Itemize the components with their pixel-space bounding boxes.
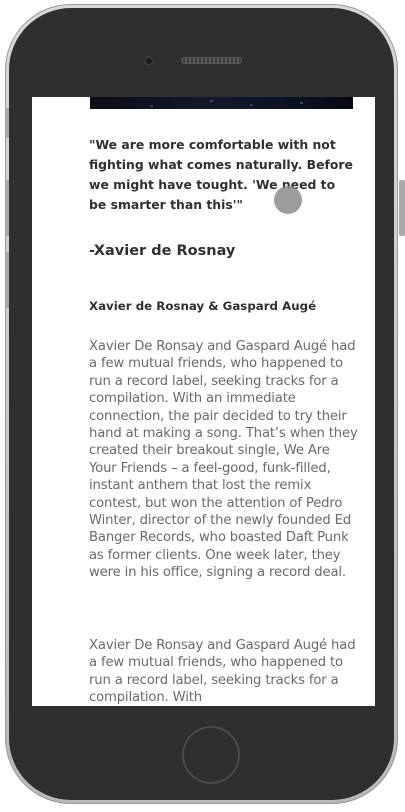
article-content: "We are more comfortable with not fighti… <box>89 135 358 705</box>
quote-author: -Xavier de Rosnay <box>89 243 236 259</box>
touch-indicator <box>274 186 302 214</box>
phone-screen[interactable]: "We are more comfortable with not fighti… <box>32 97 375 706</box>
pull-quote: "We are more comfortable with not fighti… <box>89 137 353 212</box>
power-button <box>399 180 405 236</box>
hero-image <box>90 97 353 109</box>
section-heading: Xavier de Rosnay & Gaspard Augé <box>89 299 317 313</box>
article-paragraph: Xavier De Ronsay and Gaspard Augé had a … <box>89 339 358 581</box>
article-paragraph: Xavier De Ronsay and Gaspard Augé had a … <box>89 638 356 706</box>
home-button[interactable] <box>182 726 240 784</box>
front-camera-icon <box>144 56 154 66</box>
earpiece-speaker <box>181 57 242 64</box>
